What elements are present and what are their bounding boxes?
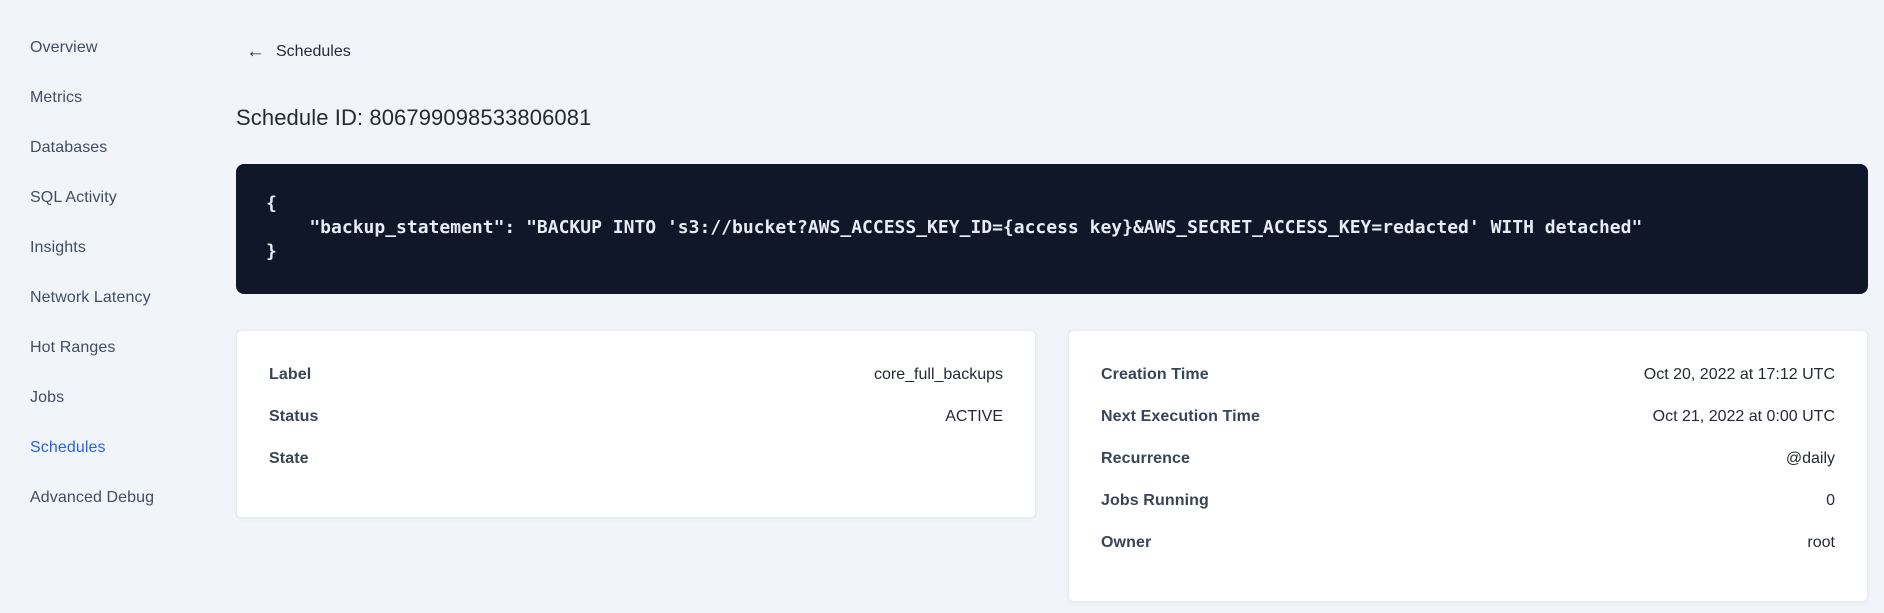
sidebar-item-metrics[interactable]: Metrics [0, 73, 212, 123]
row-value: Oct 20, 2022 at 17:12 UTC [1643, 366, 1835, 383]
code-line: { [266, 193, 277, 214]
schedule-details-page: Overview Metrics Databases SQL Activity … [0, 0, 1884, 613]
row-value: @daily [1785, 450, 1835, 467]
backup-statement-code-block: { "backup_statement": "BACKUP INTO 's3:/… [236, 164, 1868, 294]
row-label: Label [269, 366, 312, 383]
row-value: 0 [1826, 492, 1835, 509]
main-content: ← Schedules Schedule ID: 806799098533806… [236, 0, 1868, 613]
row-label: Recurrence [1101, 450, 1191, 467]
code-line: "backup_statement": "BACKUP INTO 's3://b… [266, 217, 1643, 238]
row-value: Oct 21, 2022 at 0:00 UTC [1652, 408, 1835, 425]
sidebar-item-overview[interactable]: Overview [0, 23, 212, 73]
sidebar-item-databases[interactable]: Databases [0, 123, 212, 173]
back-to-schedules-link[interactable]: ← Schedules [246, 42, 351, 61]
schedule-timing-card: Creation Time Oct 20, 2022 at 17:12 UTC … [1068, 330, 1868, 602]
back-link-label: Schedules [276, 42, 351, 60]
sidebar-item-schedules[interactable]: Schedules [0, 423, 212, 473]
row-label: Creation Time [1101, 366, 1209, 383]
row-value: ACTIVE [945, 408, 1003, 425]
sidebar-nav: Overview Metrics Databases SQL Activity … [0, 23, 212, 523]
row-value: root [1807, 534, 1835, 551]
page-title: Schedule ID: 806799098533806081 [236, 104, 592, 130]
row-label: State [269, 450, 309, 467]
row-label: Next Execution Time [1101, 408, 1260, 425]
back-arrow-icon: ← [246, 41, 265, 62]
sidebar-item-advanced-debug[interactable]: Advanced Debug [0, 473, 212, 523]
detail-row-status: Status ACTIVE [269, 396, 1003, 438]
row-label: Owner [1101, 534, 1152, 551]
timing-row-next-execution: Next Execution Time Oct 21, 2022 at 0:00… [1101, 396, 1835, 438]
sidebar-item-sql-activity[interactable]: SQL Activity [0, 173, 212, 223]
sidebar-item-network-latency[interactable]: Network Latency [0, 273, 212, 323]
row-label: Jobs Running [1101, 492, 1209, 509]
row-value: core_full_backups [874, 366, 1003, 383]
timing-row-creation-time: Creation Time Oct 20, 2022 at 17:12 UTC [1101, 354, 1835, 396]
sidebar-item-insights[interactable]: Insights [0, 223, 212, 273]
detail-row-label: Label core_full_backups [269, 354, 1003, 396]
timing-row-recurrence: Recurrence @daily [1101, 438, 1835, 480]
row-label: Status [269, 408, 319, 425]
schedule-details-card: Label core_full_backups Status ACTIVE St… [236, 330, 1036, 518]
sidebar-item-hot-ranges[interactable]: Hot Ranges [0, 323, 212, 373]
sidebar-item-jobs[interactable]: Jobs [0, 373, 212, 423]
timing-row-jobs-running: Jobs Running 0 [1101, 480, 1835, 522]
detail-row-state: State [269, 438, 1003, 480]
code-line: } [266, 241, 277, 262]
timing-row-owner: Owner root [1101, 522, 1835, 564]
